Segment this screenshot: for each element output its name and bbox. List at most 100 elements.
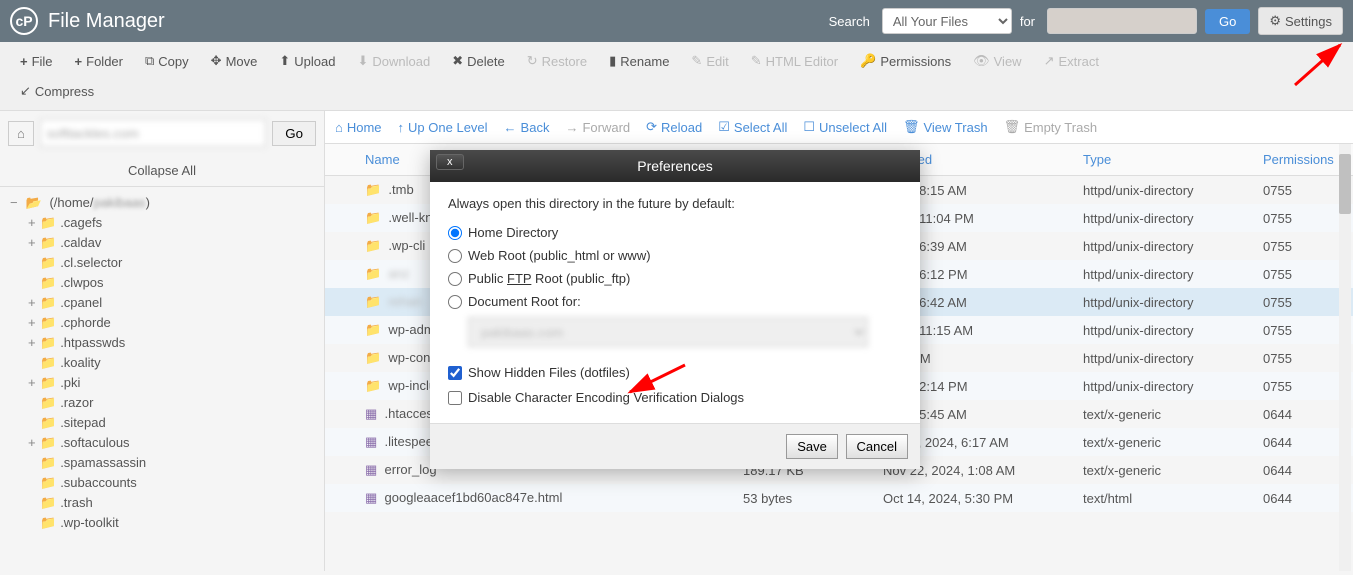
- reload-button[interactable]: ⟳Reload: [646, 119, 702, 135]
- tree-item[interactable]: +📁.cagefs: [10, 213, 314, 233]
- tree-item[interactable]: 📁.cl.selector: [10, 253, 314, 273]
- folder-icon: 📁: [40, 395, 56, 410]
- delete-button[interactable]: ✖Delete: [442, 47, 514, 75]
- col-type[interactable]: Type: [1073, 144, 1253, 176]
- radio-home-input[interactable]: [448, 226, 462, 240]
- tree-item[interactable]: 📁.trash: [10, 493, 314, 513]
- select-all-button[interactable]: ☑Select All: [718, 119, 787, 135]
- view-button[interactable]: 👁View: [963, 47, 1031, 75]
- folder-icon: 📁: [40, 335, 56, 350]
- radio-document-root[interactable]: Document Root for:: [448, 290, 902, 313]
- document-root-select[interactable]: pakibaas.com: [468, 317, 868, 347]
- settings-button[interactable]: ⚙Settings: [1258, 7, 1343, 35]
- tree-item[interactable]: +📁.htpasswds: [10, 333, 314, 353]
- search-go-button[interactable]: Go: [1205, 9, 1250, 34]
- edit-button[interactable]: ✎Edit: [681, 47, 738, 75]
- cancel-button[interactable]: Cancel: [846, 434, 908, 459]
- expand-icon[interactable]: +: [28, 375, 38, 390]
- expand-icon[interactable]: +: [28, 315, 38, 330]
- uncheck-icon: ☐: [803, 119, 815, 135]
- radio-doc-input[interactable]: [448, 295, 462, 309]
- tree-root[interactable]: − 📂 (/home/pakibaas): [10, 193, 314, 213]
- folder-icon: 📁: [40, 415, 56, 430]
- radio-home-directory[interactable]: Home Directory: [448, 221, 902, 244]
- html-editor-button[interactable]: ✎HTML Editor: [741, 47, 848, 75]
- view-trash-button[interactable]: 🗑View Trash: [903, 119, 988, 135]
- tree-item[interactable]: 📁.spamassassin: [10, 453, 314, 473]
- expand-icon[interactable]: +: [28, 235, 38, 250]
- save-button[interactable]: Save: [786, 434, 838, 459]
- download-button[interactable]: ⬇Download: [347, 47, 440, 75]
- tree-item-label: .cl.selector: [60, 255, 122, 270]
- tree-item[interactable]: +📁 .softaculous: [10, 433, 314, 453]
- col-permissions[interactable]: Permissions: [1253, 144, 1353, 176]
- file-icon: ▦: [365, 462, 377, 477]
- edit-icon: ✎: [691, 53, 702, 69]
- expand-icon[interactable]: +: [28, 295, 38, 310]
- home-button[interactable]: ⌂Home: [335, 119, 382, 135]
- collapse-all-button[interactable]: Collapse All: [0, 155, 324, 187]
- file-button[interactable]: +File: [10, 47, 63, 75]
- search-input[interactable]: [1047, 8, 1197, 34]
- table-row[interactable]: ▦ googleaacef1bd60ac847e.html53 bytesOct…: [325, 484, 1353, 512]
- tree-item[interactable]: 📁.clwpos: [10, 273, 314, 293]
- tree-item-label: .pki: [60, 375, 80, 390]
- upload-button[interactable]: ⬆Upload: [269, 47, 345, 75]
- file-icon: ▦: [365, 434, 377, 449]
- radio-ftp-input[interactable]: [448, 272, 462, 286]
- tree-item-label: .trash: [60, 495, 93, 510]
- tree-item[interactable]: 📁.wp-toolkit: [10, 513, 314, 533]
- tree-item-label: .softaculous: [60, 435, 129, 450]
- copy-button[interactable]: ⧉Copy: [135, 47, 199, 75]
- radio-web-input[interactable]: [448, 249, 462, 263]
- folder-icon: 📁: [365, 210, 381, 225]
- up-one-level-button[interactable]: ↑Up One Level: [398, 119, 488, 135]
- empty-trash-button[interactable]: 🗑Empty Trash: [1004, 119, 1097, 135]
- tree-item[interactable]: 📁.razor: [10, 393, 314, 413]
- folder-open-icon: 📂: [26, 195, 42, 210]
- path-go-button[interactable]: Go: [272, 121, 316, 146]
- forward-button[interactable]: →Forward: [565, 119, 630, 135]
- expand-icon[interactable]: +: [28, 215, 38, 230]
- tree-item[interactable]: +📁.pki: [10, 373, 314, 393]
- expand-icon[interactable]: +: [28, 335, 38, 350]
- home-icon: ⌂: [335, 120, 343, 135]
- tree-item[interactable]: 📁.koality: [10, 353, 314, 373]
- annotation-arrow-checkbox: [620, 360, 690, 400]
- modal-title: Preferences: [637, 158, 712, 174]
- gear-icon: ⚙: [1269, 13, 1281, 29]
- compress-button[interactable]: ↙Compress: [10, 77, 1343, 105]
- permissions-button[interactable]: 🔑Permissions: [850, 47, 961, 75]
- tree-item[interactable]: +📁.caldav: [10, 233, 314, 253]
- restore-button[interactable]: ↻Restore: [517, 47, 597, 75]
- scrollbar-thumb[interactable]: [1339, 154, 1351, 214]
- disable-encoding-checkbox[interactable]: [448, 391, 462, 405]
- cpanel-logo: cP: [10, 7, 38, 35]
- trash-icon: 🗑: [1004, 119, 1021, 135]
- folder-icon: 📁: [40, 455, 56, 470]
- search-scope-select[interactable]: All Your Files: [882, 8, 1012, 34]
- show-hidden-checkbox[interactable]: [448, 366, 462, 380]
- tree-item[interactable]: +📁.cphorde: [10, 313, 314, 333]
- unselect-all-button[interactable]: ☐Unselect All: [803, 119, 887, 135]
- tree-item[interactable]: +📁.cpanel: [10, 293, 314, 313]
- trash-icon: 🗑: [903, 119, 920, 135]
- radio-public-ftp[interactable]: Public FTP Root (public_ftp): [448, 267, 902, 290]
- for-label: for: [1020, 14, 1035, 29]
- folder-icon: 📁: [40, 275, 56, 290]
- modal-close-button[interactable]: x: [436, 154, 464, 170]
- expand-icon[interactable]: +: [28, 435, 38, 450]
- folder-button[interactable]: +Folder: [65, 47, 133, 75]
- radio-web-root[interactable]: Web Root (public_html or www): [448, 244, 902, 267]
- home-icon[interactable]: ⌂: [8, 121, 34, 146]
- folder-icon: 📁: [40, 435, 56, 450]
- move-button[interactable]: ✥Move: [201, 47, 268, 75]
- extract-button[interactable]: ↗Extract: [1034, 47, 1109, 75]
- rename-button[interactable]: ▮Rename: [599, 47, 679, 75]
- tree-item[interactable]: 📁.subaccounts: [10, 473, 314, 493]
- tree-item[interactable]: 📁.sitepad: [10, 413, 314, 433]
- path-input[interactable]: [40, 119, 266, 147]
- collapse-icon[interactable]: −: [10, 195, 20, 210]
- sidebar: ⌂ Go Collapse All − 📂 (/home/pakibaas) +…: [0, 111, 325, 571]
- back-button[interactable]: ←Back: [504, 119, 550, 135]
